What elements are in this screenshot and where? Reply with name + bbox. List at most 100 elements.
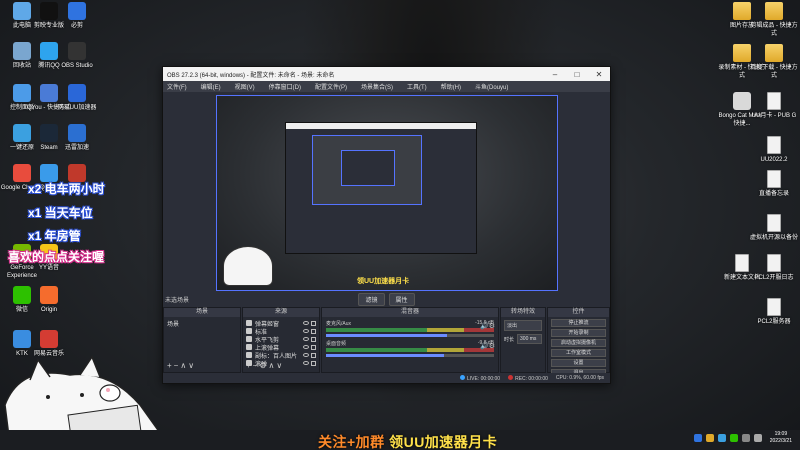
tray-app-icon[interactable] — [717, 434, 726, 442]
desktop-icon-label: 网易UU加速器 — [57, 105, 97, 111]
mixer-channel-mic: 麦克风/Aux -15.9 dB — [326, 320, 494, 337]
desktop-icon-label: PCL2服务器 — [757, 319, 791, 325]
folder-icon — [733, 2, 751, 20]
desktop-icon[interactable]: 百度下载 - 快捷方式 — [750, 44, 798, 80]
menu-item[interactable]: 视图(V) — [235, 82, 255, 91]
nested-preview-inner — [341, 150, 395, 186]
start-recording-button[interactable]: 开始录制 — [551, 329, 606, 337]
desktop-icon-label: PCL2开服日志 — [754, 275, 794, 281]
close-icon[interactable]: ✕ — [588, 70, 610, 79]
clock-time: 19:09 — [774, 431, 788, 437]
menu-item[interactable]: 配置文件(P) — [315, 82, 347, 91]
taskbar-banner: 关注+加群 领UU加速器月卡 — [318, 432, 497, 450]
desktop-icon[interactable]: UU2022.2 — [750, 136, 798, 164]
app-icon — [68, 42, 86, 60]
desktop-icon[interactable]: 直播备忘录 — [750, 170, 798, 198]
scene-list-controls[interactable]: +−∧∨ — [167, 361, 196, 370]
menu-item[interactable]: 停靠窗口(D) — [269, 82, 301, 91]
visibility-icon[interactable] — [303, 353, 309, 357]
scene-status-label: 未选场景 — [165, 297, 190, 304]
settings-button[interactable]: 设置 — [551, 359, 606, 367]
desktop-icon[interactable]: 剪辑成品 - 快捷方式 — [750, 2, 798, 38]
lock-icon[interactable] — [311, 344, 316, 350]
desktop-icon[interactable]: OBS Studio — [53, 42, 101, 70]
clock[interactable]: 19:09 2022/3/21 — [770, 431, 792, 445]
scene-toolbar: 未选场景 滤镜 属性 — [163, 292, 610, 306]
visibility-icon[interactable] — [303, 321, 309, 325]
studio-mode-button[interactable]: 工作室模式 — [551, 349, 606, 357]
tray-app-icon[interactable] — [729, 434, 738, 442]
tray-app-icon[interactable] — [705, 434, 714, 442]
app-icon — [68, 84, 86, 102]
duration-input[interactable]: 300 ms — [517, 334, 542, 344]
transition-select[interactable]: 淡出 — [504, 320, 542, 331]
menu-item[interactable]: 帮助(H) — [441, 82, 461, 91]
audio-mixer-dock: 混音器 麦克风/Aux -15.9 dB 桌面音频 -9.8 dB 🔊⚙ 🔊⚙ — [321, 307, 499, 373]
live-status: LIVE: 00:00:00 — [460, 374, 500, 382]
stream-preview[interactable]: 领UU加速器月卡 — [216, 95, 558, 291]
tray-app-icon[interactable] — [693, 434, 702, 442]
desktop-icon[interactable]: 必剪 — [53, 2, 101, 30]
folder-icon — [765, 44, 783, 62]
desktop-icon[interactable]: 虚拟机开源以备份 — [750, 214, 798, 242]
lock-icon[interactable] — [311, 320, 316, 326]
mixer-channel-desktop: 桌面音频 -9.8 dB — [326, 340, 494, 357]
folder-icon — [765, 2, 783, 20]
menu-item[interactable]: 文件(F) — [167, 82, 187, 91]
mixer-settings-icon[interactable]: 🔊⚙ — [480, 342, 495, 350]
visibility-icon[interactable] — [303, 345, 309, 349]
lock-icon[interactable] — [311, 352, 316, 358]
visibility-icon[interactable] — [303, 329, 309, 333]
desktop-icon[interactable]: 网易UU加速器 — [53, 84, 101, 112]
source-list-controls[interactable]: +−⚙∧∨ — [246, 361, 284, 370]
desktop-icon[interactable]: 迅雷加速 — [53, 124, 101, 152]
rec-indicator-icon — [508, 374, 514, 380]
menu-item[interactable]: 斗鱼(Douyu) — [475, 82, 508, 91]
source-type-icon — [246, 344, 252, 350]
network-icon[interactable] — [741, 434, 750, 442]
lock-icon[interactable] — [311, 336, 316, 342]
source-type-icon — [246, 352, 252, 358]
lock-icon[interactable] — [311, 328, 316, 334]
virtual-camera-button[interactable]: 启动虚拟摄像机 — [551, 339, 606, 347]
mixer-settings-icon[interactable]: 🔊⚙ — [480, 322, 495, 330]
desktop-icon-label: 必剪 — [70, 23, 83, 29]
desktop-icon[interactable]: Origin — [25, 286, 73, 314]
desktop-icon[interactable]: PCL2服务器 — [750, 298, 798, 326]
rec-status: REC: 00:00:00 — [508, 374, 548, 382]
nested-titlebar — [286, 123, 476, 129]
menu-item[interactable]: 工具(T) — [407, 82, 427, 91]
file-icon — [767, 136, 781, 154]
minimize-icon[interactable]: – — [544, 70, 566, 79]
controls-dock-title: 控件 — [548, 308, 609, 317]
properties-button[interactable]: 属性 — [388, 292, 415, 306]
volume-fader[interactable] — [326, 334, 494, 337]
stop-streaming-button[interactable]: 停止推流 — [551, 319, 606, 327]
banner-main: 领UU加速器月卡 — [389, 434, 498, 450]
lock-icon[interactable] — [311, 360, 316, 366]
desktop-icon[interactable]: PCL2开服日志 — [750, 254, 798, 282]
menu-item[interactable]: 场景集合(S) — [361, 82, 393, 91]
volume-fader[interactable] — [326, 354, 494, 357]
menu-item[interactable]: 编辑(E) — [201, 82, 221, 91]
desktop-icon[interactable]: UU月卡 - PUB G — [750, 92, 798, 120]
preview-desktop: 领UU加速器月卡 — [217, 96, 557, 290]
scene-item[interactable]: 场景 — [167, 319, 237, 328]
menu-bar: 文件(F) 编辑(E) 视图(V) 停靠窗口(D) 配置文件(P) 场景集合(S) 工具(T… — [163, 81, 610, 92]
overlay-text-4: 喜欢的点点关注喔 — [8, 250, 105, 264]
mixer-channel-name: 桌面音频 — [326, 341, 347, 347]
filters-button[interactable]: 滤镜 — [358, 292, 385, 306]
duration-label: 时长 — [504, 336, 515, 343]
obs-window[interactable]: OBS 27.2.3 (64-bit, windows) - 配置文件: 未命名… — [162, 66, 611, 384]
maximize-icon[interactable]: □ — [566, 70, 588, 79]
desktop-icon-label: 剪辑成品 - 快捷方式 — [750, 23, 798, 37]
sources-dock: 来源 弹幕姬窗 标准 水平飞剪 上滚弹幕 副标：百人图片 滚弹 +−⚙∧∨ — [242, 307, 320, 373]
visibility-icon[interactable] — [303, 337, 309, 341]
volume-icon[interactable] — [753, 434, 762, 442]
file-icon — [767, 254, 781, 272]
source-type-icon — [246, 320, 252, 326]
obs-titlebar[interactable]: OBS 27.2.3 (64-bit, windows) - 配置文件: 未命名… — [163, 67, 610, 81]
desktop-icon-label: 直播备忘录 — [758, 191, 789, 197]
window-title: OBS 27.2.3 (64-bit, windows) - 配置文件: 未命名… — [167, 72, 335, 79]
visibility-icon[interactable] — [303, 361, 309, 365]
